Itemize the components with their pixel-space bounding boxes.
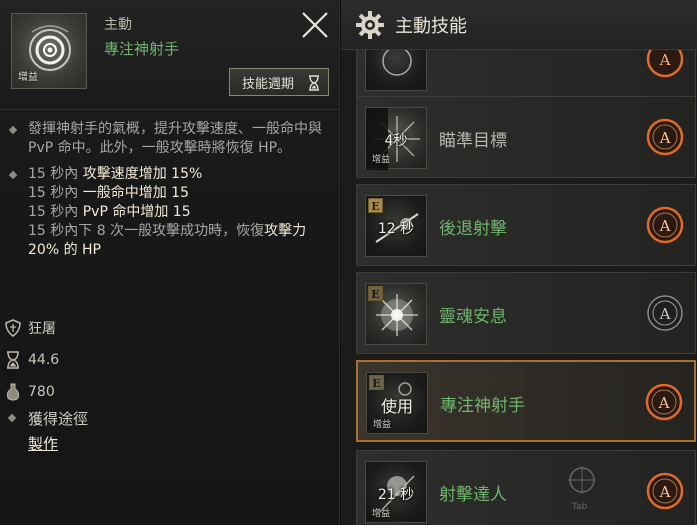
- hourglass-icon: [7, 351, 19, 369]
- skill-cycle-label: 技能週期: [242, 76, 295, 92]
- effect-hit: 15 秒內 一般命中增加 15: [28, 185, 189, 201]
- skill-list-header: 主動技能: [341, 0, 697, 50]
- equip-badge: E: [369, 375, 384, 390]
- gear-icon: [356, 10, 384, 39]
- auto-use-icon[interactable]: A: [645, 205, 685, 245]
- skill-name-title: 專注神射手: [104, 40, 180, 58]
- skill-cycle-button[interactable]: 技能週期: [229, 68, 329, 96]
- skill-icon-shooting-master: 21 秒 增益: [365, 461, 427, 523]
- auto-label: A: [659, 483, 671, 501]
- skill-name: 瞄準目標: [439, 131, 507, 151]
- skill-name: 靈魂安息: [439, 307, 507, 327]
- auto-label: A: [658, 394, 670, 412]
- cooldown-text: 12 秒: [377, 221, 415, 237]
- skill-description-block: 發揮神射手的氣概，提升攻擊速度、一般命中與 PvP 命中。此外，一般攻擊時將恢復…: [8, 120, 333, 260]
- effect-attack-speed: 15 秒內 攻擊速度增加 15%: [28, 166, 203, 182]
- description-text: 發揮神射手的氣概，提升攻擊速度、一般命中與 PvP 命中。此外，一般攻擊時將恢復…: [8, 120, 333, 158]
- skill-card-retreat-shot[interactable]: E 12 秒 後退射擊 A: [356, 184, 696, 266]
- bullet-icon: [8, 170, 18, 180]
- shield-icon: [5, 319, 21, 337]
- buff-tag: 增益: [372, 509, 391, 519]
- buff-tag: 增益: [372, 155, 391, 165]
- auto-label: A: [659, 305, 671, 323]
- skill-card-aim-target[interactable]: 4秒 增益 瞄準目標 A: [356, 96, 696, 178]
- auto-use-icon[interactable]: A: [644, 382, 684, 422]
- use-label: 使用: [380, 397, 413, 416]
- effect-pvp-hit: 15 秒內 PvP 命中增加 15: [28, 204, 191, 220]
- skill-name: 射擊達人: [439, 485, 507, 505]
- skill-card-focus-marksman[interactable]: E 使用 增益 專注神射手 A: [356, 360, 696, 442]
- acquire-craft-link[interactable]: 製作: [28, 433, 58, 454]
- skill-icon-soul-rest: E: [365, 283, 427, 345]
- auto-use-icon[interactable]: A: [645, 471, 685, 511]
- stat-class: 狂屠: [4, 312, 59, 344]
- stat-mp-cost: 780: [4, 376, 59, 408]
- effects-list: 15 秒內 攻擊速度增加 15% 15 秒內 一般命中增加 15 15 秒內 P…: [8, 165, 333, 260]
- hourglass-icon: [309, 75, 319, 91]
- skill-card-soul-rest[interactable]: E 靈魂安息 A: [356, 272, 696, 354]
- tooltip-header: 增益 主動 專注神射手 技能週期: [0, 0, 339, 110]
- buff-tag: 增益: [18, 72, 38, 83]
- active-skill-list-panel: 主動技能 A 4秒 增益 瞄準目標 A E 12 秒 後退射擊 A E 靈魂安息…: [341, 0, 697, 525]
- potion-icon: [6, 383, 20, 401]
- skill-name: 後退射擊: [439, 219, 507, 239]
- effect-hp-recover: 15 秒內下 8 次一般攻擊成功時，恢復攻擊力 20% 的 HP: [28, 223, 307, 258]
- skill-stats: 狂屠 44.6 780: [4, 312, 59, 408]
- svg-text:A: A: [659, 51, 671, 69]
- skill-card-shooting-master[interactable]: 21 秒 增益 射擊達人 A: [356, 450, 696, 525]
- skill-list-title: 主動技能: [395, 15, 467, 37]
- skill-type-label: 主動: [104, 17, 132, 33]
- acquire-title: 獲得途徑: [7, 408, 88, 429]
- equip-badge: E: [368, 286, 383, 301]
- equip-badge: E: [368, 198, 383, 213]
- bullet-icon: [7, 413, 17, 423]
- bullet-icon: [8, 125, 18, 135]
- stat-cooldown: 44.6: [4, 344, 59, 376]
- buff-tag: 增益: [373, 420, 392, 430]
- skill-icon-focus-marksman: 增益: [11, 13, 87, 89]
- auto-label: A: [659, 129, 671, 147]
- skill-icon-focus-marksman: E 使用 增益: [366, 372, 428, 434]
- auto-use-icon[interactable]: A: [645, 117, 685, 157]
- skill-tooltip-panel: 增益 主動 專注神射手 技能週期 發揮神射手的氣概，提升攻擊速度、一般命中與 P…: [0, 0, 340, 525]
- skill-name: 專注神射手: [440, 396, 525, 416]
- skill-icon-retreat-shot: E 12 秒: [365, 195, 427, 257]
- close-button[interactable]: [300, 10, 330, 40]
- cooldown-text: 4秒: [384, 133, 408, 149]
- auto-label: A: [659, 217, 671, 235]
- auto-use-icon-inactive[interactable]: A: [645, 293, 685, 333]
- acquire-section: 獲得途徑 製作: [7, 408, 88, 454]
- close-icon: [302, 12, 328, 38]
- skill-icon-aim-target: 4秒 增益: [365, 107, 427, 170]
- cooldown-text: 21 秒: [377, 487, 415, 503]
